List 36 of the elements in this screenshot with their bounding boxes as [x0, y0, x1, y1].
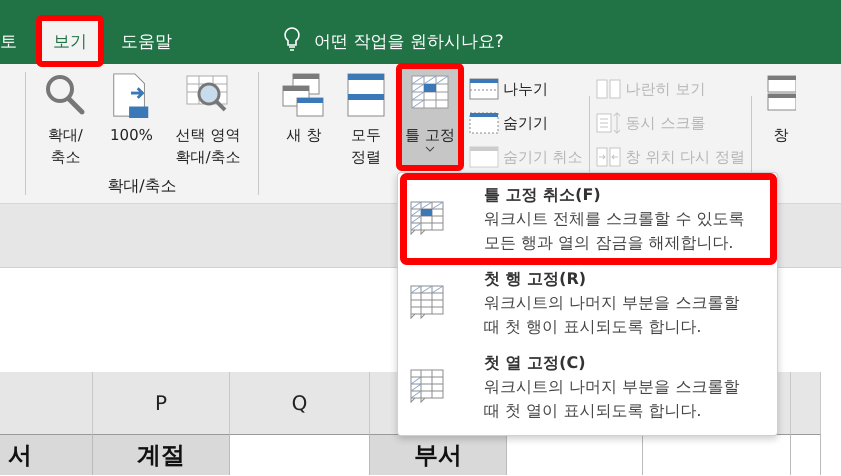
menu-item[interactable]: 첫 행 고정(R) 워크시트의 나머지 부분을 스크롤할 때 첫 행이 표시되도록 합니다. — [398, 261, 777, 345]
document-scroll-icon — [596, 111, 622, 135]
ribbon-button[interactable]: 모두 정렬 — [341, 66, 391, 168]
window-pane-icon — [468, 145, 499, 169]
ribbon-button[interactable]: 새 창 — [275, 66, 333, 168]
frozen-grid-icon — [410, 200, 444, 238]
column-header[interactable]: P — [93, 372, 230, 435]
ribbon-tab[interactable]: 토 — [0, 18, 21, 64]
group-label: 확대/축소 — [106, 176, 178, 197]
frozen-grid-icon — [410, 368, 444, 406]
column-header[interactable]: Q — [230, 372, 370, 435]
menu-item[interactable]: 첫 열 고정(C) 워크시트의 나머지 부분을 스크롤할 때 첫 열이 표시되도록 합니다. — [398, 345, 777, 429]
documents-arrows-icon — [596, 145, 622, 169]
ribbon-button[interactable]: 선택 영역 확대/축소 — [170, 66, 247, 176]
ribbon-button[interactable]: 확대/ 축소 — [37, 66, 94, 176]
ribbon-button[interactable]: 나누기 — [468, 76, 583, 102]
column-header[interactable] — [791, 372, 821, 435]
caret-icon — [424, 146, 435, 152]
menu-item[interactable]: 틀 고정 취소(F) 워크시트 전체를 스크롤할 수 있도록 모든 행과 열의 잠금을 해제합니다. — [404, 177, 773, 261]
window-pane-icon — [468, 111, 499, 135]
table-cell: 부서 — [370, 435, 507, 475]
ribbon-button[interactable]: 틀 고정 — [399, 66, 461, 168]
frozen-grid-icon — [410, 284, 444, 322]
table-cell: 계절 — [93, 435, 230, 475]
ribbon-button[interactable]: 100% — [104, 66, 159, 176]
split-window-icon — [468, 77, 499, 101]
ribbon-tab[interactable]: 보기 — [39, 18, 101, 64]
table-cell: 서 — [0, 435, 93, 475]
column-header[interactable] — [0, 372, 93, 435]
tell-me-field[interactable]: 어떤 작업을 원하시나요? — [314, 18, 504, 64]
ribbon-button[interactable]: 창 — [758, 66, 802, 168]
lightbulb-icon — [282, 26, 302, 52]
stacked-windows-icon — [347, 72, 385, 118]
ribbon-button[interactable]: 숨기기 — [468, 110, 583, 136]
ribbon-tab[interactable]: 도움말 — [107, 18, 186, 64]
documents-icon — [596, 77, 622, 101]
